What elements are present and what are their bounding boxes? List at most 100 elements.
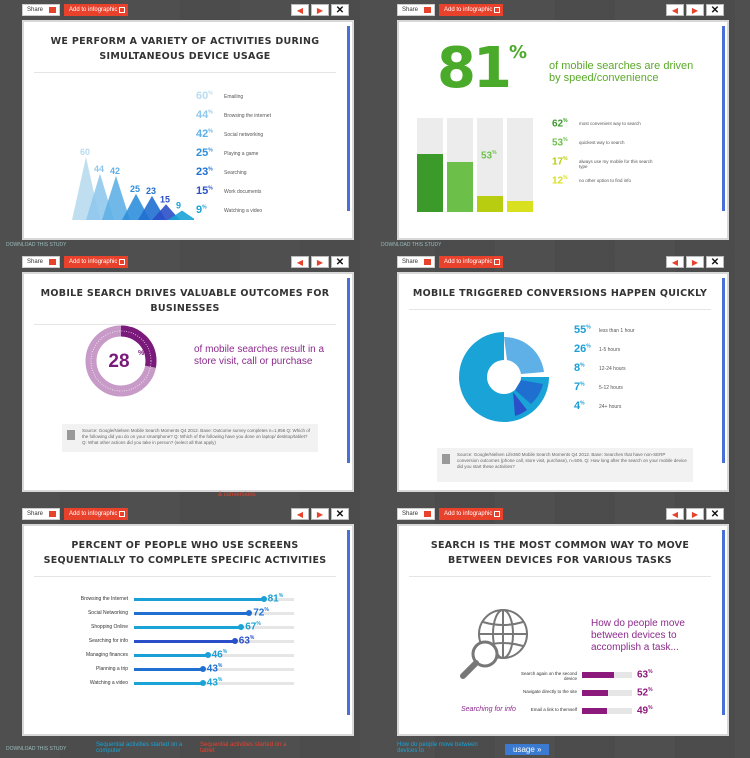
scrollbar[interactable]: [347, 278, 350, 463]
activity-label: Social networking: [224, 132, 264, 138]
big-label: of mobile searches result in a store vis…: [194, 344, 325, 367]
download-link[interactable]: DOWNLOAD THIS STUDY: [381, 242, 441, 248]
bar-fill: [134, 640, 235, 643]
prev-icon: ◀: [671, 509, 679, 519]
panel-card: WE PERFORM A VARIETY OF ACTIVITIES DURIN…: [22, 20, 354, 240]
activity-percent: 72%: [253, 607, 269, 618]
next-icon: ▶: [316, 509, 324, 519]
panel-title: MOBILE SEARCH DRIVES VALUABLE OUTCOMES F…: [34, 286, 336, 325]
scrollbar[interactable]: [722, 530, 725, 715]
share-button[interactable]: Share: [22, 4, 60, 16]
add-to-infographic-button[interactable]: Add to infographic: [439, 4, 503, 16]
close-button[interactable]: ✕: [331, 508, 349, 520]
close-icon: ✕: [710, 508, 720, 520]
percent-sign: %: [249, 635, 255, 641]
close-button[interactable]: ✕: [706, 508, 724, 520]
panel-toolbar: Share Add to infographic ◀ ▶ ✕: [0, 0, 375, 18]
scrollbar[interactable]: [347, 530, 350, 715]
bar-dot: [238, 624, 245, 630]
activity-percent: 63%: [239, 635, 255, 646]
bar-value-label: 53%: [481, 150, 497, 161]
prev-button[interactable]: ◀: [291, 508, 309, 520]
add-label: Add to infographic: [444, 511, 493, 517]
download-link[interactable]: DOWNLOAD THIS STUDY: [6, 242, 66, 248]
percent-sign: %: [217, 663, 223, 669]
reason-percent: 12%: [552, 175, 568, 186]
activity-label: Emailing: [224, 94, 244, 100]
reason-bar-fill: [507, 200, 533, 212]
activity-label: Planning a trip: [96, 666, 128, 672]
footer-bar: How do people move between devices to us…: [375, 738, 750, 758]
add-to-infographic-button[interactable]: Add to infographic: [439, 508, 503, 520]
activity-label: Searching for info: [88, 638, 128, 644]
share-button[interactable]: Share: [397, 4, 435, 16]
prev-button[interactable]: ◀: [666, 4, 684, 16]
add-label: Add to infographic: [69, 259, 118, 265]
share-button[interactable]: Share: [397, 256, 435, 268]
activity-percent: 25%: [196, 147, 213, 159]
footer-bar: & conversions: [0, 492, 375, 504]
below-text-1: How do people move between devices to: [397, 742, 478, 754]
add-to-infographic-button[interactable]: Add to infographic: [64, 256, 128, 268]
next-button[interactable]: ▶: [686, 508, 704, 520]
next-button[interactable]: ▶: [311, 256, 329, 268]
reason-bar-track: [447, 118, 473, 212]
below-text-1: Sequential activities started on a compu…: [96, 742, 183, 754]
percent-sign: %: [508, 42, 527, 63]
percent-sign: %: [208, 166, 213, 173]
add-to-infographic-button[interactable]: Add to infographic: [64, 4, 128, 16]
percent-sign: %: [208, 90, 213, 97]
percent-sign: %: [222, 649, 228, 655]
prev-button[interactable]: ◀: [291, 256, 309, 268]
add-to-infographic-button[interactable]: Add to infographic: [64, 508, 128, 520]
add-to-infographic-button[interactable]: Add to infographic: [439, 256, 503, 268]
close-icon: ✕: [710, 256, 720, 268]
info-icon: [442, 454, 450, 464]
activity-label: Shopping Online: [91, 624, 128, 630]
next-button[interactable]: ▶: [311, 4, 329, 16]
percent-value: 26: [574, 343, 587, 355]
activity-percent: 23%: [196, 166, 213, 178]
scrollbar[interactable]: [722, 26, 725, 211]
prev-button[interactable]: ◀: [666, 256, 684, 268]
peak-label: 23: [146, 186, 156, 196]
share-label: Share: [27, 259, 44, 265]
percent-value: 49: [637, 705, 649, 717]
share-button[interactable]: Share: [22, 508, 60, 520]
next-button[interactable]: ▶: [686, 4, 704, 16]
conversion-label: 12-24 hours: [599, 366, 626, 372]
add-icon: [494, 7, 500, 13]
question-text: How do people move between devices to ac…: [591, 618, 685, 653]
share-button[interactable]: Share: [397, 508, 435, 520]
prev-button[interactable]: ◀: [291, 4, 309, 16]
percent-sign: %: [586, 343, 591, 350]
next-button[interactable]: ▶: [686, 256, 704, 268]
percent-sign: %: [563, 137, 568, 143]
percent-value: 55: [574, 324, 587, 336]
percent-value: 60: [196, 90, 209, 102]
peak-label: 25: [130, 184, 140, 194]
percent-value: 15: [196, 185, 209, 197]
scrollbar[interactable]: [722, 278, 725, 463]
share-button[interactable]: Share: [22, 256, 60, 268]
close-icon: ✕: [335, 4, 345, 16]
percent-sign: %: [208, 128, 213, 135]
close-button[interactable]: ✕: [706, 4, 724, 16]
panel-card: MOBILE TRIGGERED CONVERSIONS HAPPEN QUIC…: [397, 272, 729, 492]
close-button[interactable]: ✕: [331, 4, 349, 16]
big-percentage: 81%: [437, 36, 527, 101]
next-icon: ▶: [691, 5, 699, 15]
close-button[interactable]: ✕: [331, 256, 349, 268]
conversion-label: 5-12 hours: [599, 385, 623, 391]
prev-button[interactable]: ◀: [666, 508, 684, 520]
segment-less-than-1-hour: [459, 332, 549, 422]
scrollbar[interactable]: [347, 26, 350, 211]
prev-icon: ◀: [296, 509, 304, 519]
peak-label: 60: [80, 147, 90, 157]
next-button[interactable]: ▶: [311, 508, 329, 520]
reason-bar-fill: [447, 162, 473, 212]
close-button[interactable]: ✕: [706, 256, 724, 268]
percent-sign: %: [648, 687, 653, 693]
footer-bar: DOWNLOAD THIS STUDY: [0, 240, 375, 252]
download-link[interactable]: DOWNLOAD THIS STUDY: [6, 746, 66, 752]
